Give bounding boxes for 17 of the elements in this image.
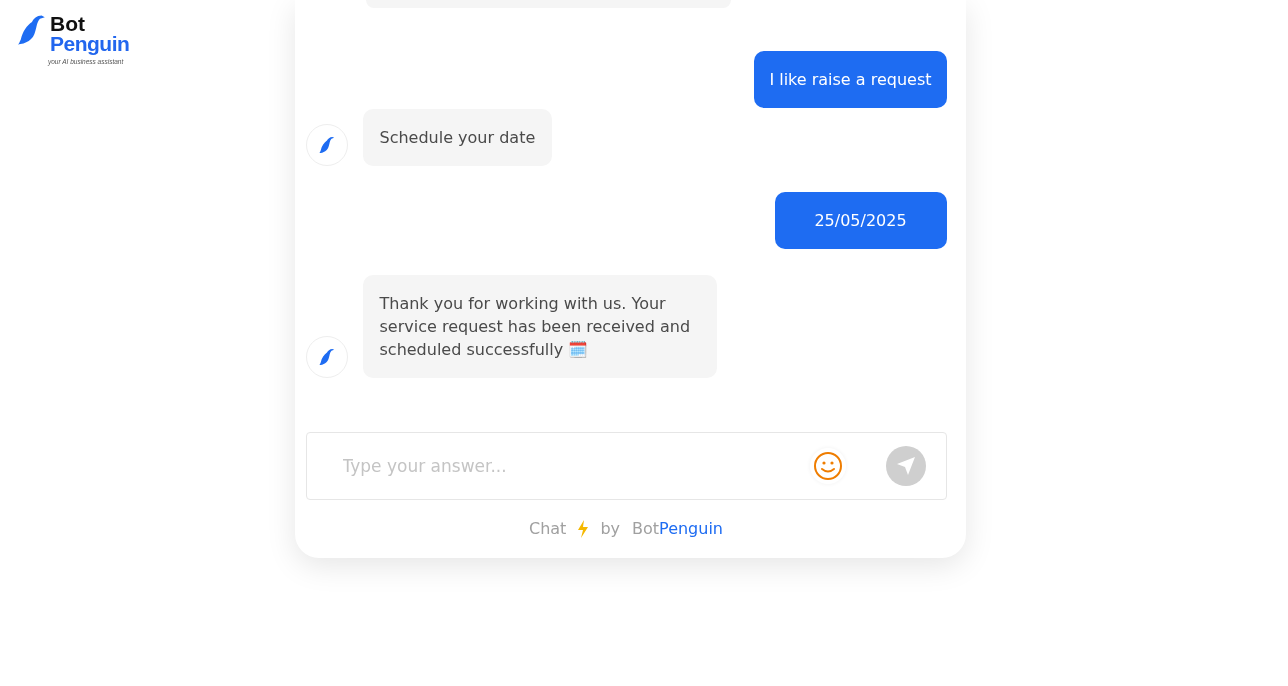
penguin-icon [317,136,336,154]
send-icon [895,455,916,476]
penguin-icon [317,348,336,366]
user-message: I like raise a request [754,51,947,108]
logo-text: Bot [50,14,86,34]
footer-text: Chat [529,519,567,539]
lightning-icon [578,519,589,538]
emoji-button[interactable] [809,447,846,484]
footer-text: by [600,519,620,539]
brand-name: BotPenguin [632,519,723,539]
user-message: 25/05/2025 [774,192,947,249]
smiley-icon [812,450,843,481]
send-button[interactable] [885,445,926,486]
logo-text: Penguin [50,34,130,54]
answer-field[interactable]: Type your answer... [340,454,770,477]
bot-message: Schedule your date [362,109,553,166]
bot-message: Thank you for working with us. Your service request has been received and scheduled successfully 🗓 [362,275,717,378]
